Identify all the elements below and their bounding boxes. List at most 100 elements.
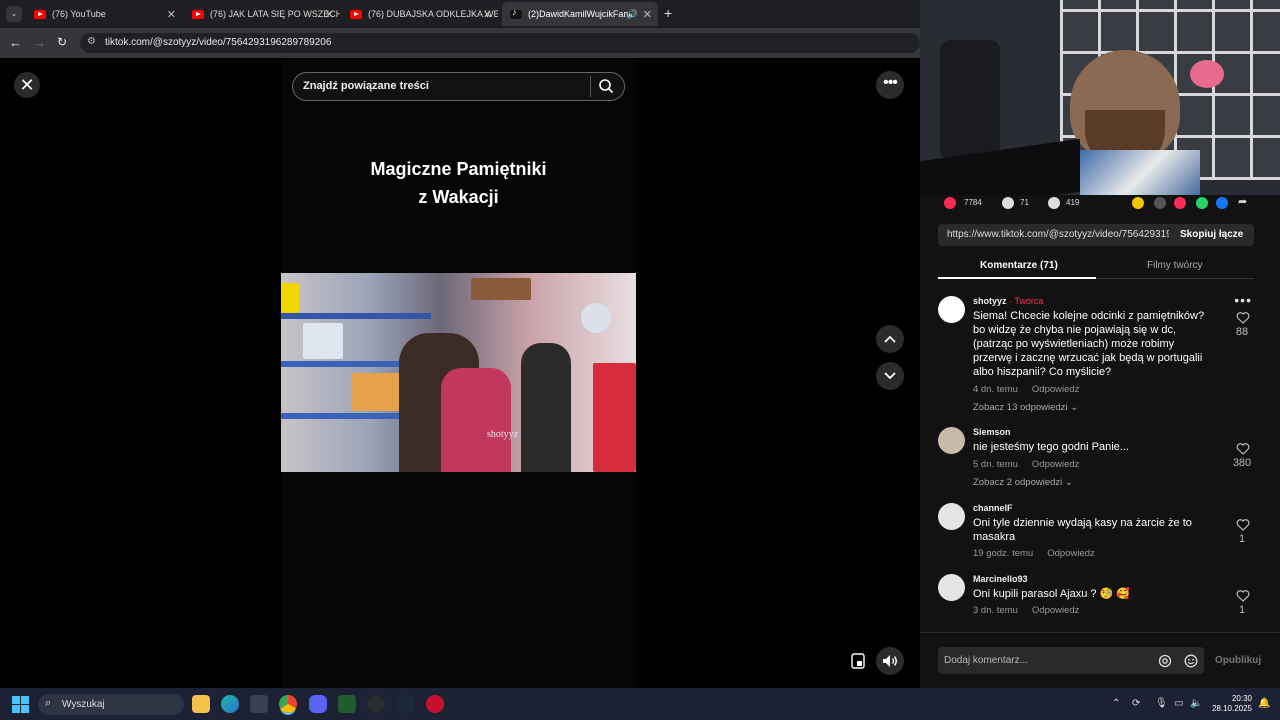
tab-search-button[interactable]: ⌄ [6, 6, 22, 22]
discord-icon[interactable] [309, 695, 327, 713]
obs-icon[interactable] [367, 695, 385, 713]
view-replies-button[interactable]: Zobacz 2 odpowiedzi ⌄ [973, 477, 1073, 488]
reload-icon[interactable]: ↻ [57, 35, 67, 49]
tab-creator-videos[interactable]: Filmy twórcy [1147, 260, 1203, 271]
more-icon: ••• [883, 74, 898, 91]
close-tab-icon[interactable]: ✕ [325, 8, 334, 21]
comment-username-text: shotyyz [973, 296, 1007, 306]
heart-icon[interactable] [1236, 311, 1250, 325]
browser-tab-strip: ⌄ (76) YouTube ✕ (76) JAK LATA SIĘ PO WS… [0, 0, 920, 28]
windows-start-icon[interactable] [12, 696, 29, 713]
close-tab-icon[interactable]: ✕ [167, 8, 176, 21]
comment-username[interactable]: channelF [973, 503, 1013, 513]
youtube-icon [34, 9, 46, 19]
new-tab-button[interactable]: + [664, 5, 672, 21]
tab-comments[interactable]: Komentarze (71) [980, 260, 1058, 271]
avatar[interactable] [938, 574, 965, 601]
copy-link-button[interactable]: Skopiuj łącze [1180, 229, 1243, 240]
reply-button[interactable]: Odpowiedz [1047, 548, 1095, 559]
xbox-icon[interactable] [338, 695, 356, 713]
tiktok-icon [510, 7, 522, 19]
tray-overflow-icon[interactable]: ⌃ [1112, 698, 1120, 709]
site-info-icon[interactable]: ⚙ [87, 36, 96, 47]
reply-button[interactable]: Odpowiedz [1032, 384, 1080, 395]
microphone-icon[interactable]: 🎙 [1155, 698, 1168, 709]
forward-icon[interactable]: → [33, 35, 46, 50]
close-tab-icon[interactable]: ✕ [643, 8, 652, 21]
avatar[interactable] [938, 427, 965, 454]
bookmark-icon[interactable] [1048, 197, 1060, 209]
edge-icon[interactable] [221, 695, 239, 713]
back-icon[interactable]: ← [9, 35, 22, 50]
avatar[interactable] [938, 296, 965, 323]
speaker-icon[interactable]: 🔊 [627, 9, 638, 20]
heart-icon[interactable] [1236, 442, 1250, 456]
emoji-share-icon[interactable] [1132, 197, 1144, 209]
pip-icon [851, 653, 865, 669]
comment-icon[interactable] [1002, 197, 1014, 209]
comment-username[interactable]: Marcinello93 [973, 574, 1028, 584]
tab-tiktok[interactable]: (2)DawidKamilWujcikFamel 🔊 ✕ [502, 2, 658, 26]
url-text[interactable]: tiktok.com/@szotyyz/video/75642931962897… [105, 37, 331, 48]
chrome-icon[interactable] [279, 695, 297, 713]
store-icon[interactable] [250, 695, 268, 713]
taskbar-search-placeholder: Wyszukaj [62, 699, 105, 710]
heart-icon[interactable] [1236, 589, 1250, 603]
video-frame-store-aisle [281, 273, 636, 472]
taskbar-search-box[interactable]: ⌕ [38, 694, 184, 715]
search-icon[interactable] [598, 78, 614, 94]
chevron-down-icon: ⌄ [1070, 402, 1079, 413]
tab-video-1[interactable]: (76) JAK LATA SIĘ PO WSZECH ✕ [184, 2, 340, 26]
tab-video-2[interactable]: (76) DUBAJSKA ODKLEJKA WE ✕ [342, 2, 498, 26]
speaker-icon [883, 655, 897, 667]
gaming-chair [940, 40, 1000, 160]
comment-item: channelF Oni tyle dziennie wydają kasy n… [938, 503, 1254, 563]
mention-icon[interactable] [1158, 654, 1172, 668]
close-video-button[interactable]: ✕ [14, 72, 40, 98]
tab-title: (76) DUBAJSKA ODKLEJKA WE [368, 9, 498, 19]
shelf [281, 413, 401, 419]
whatsapp-icon[interactable] [1196, 197, 1208, 209]
embed-icon[interactable] [1154, 197, 1166, 209]
share-arrow-icon[interactable]: ➦ [1238, 195, 1247, 208]
product [281, 283, 299, 313]
close-tab-icon[interactable]: ✕ [483, 8, 492, 21]
heart-icon[interactable] [1236, 518, 1250, 532]
reply-button[interactable]: Odpowiedz [1032, 605, 1080, 616]
like-icon[interactable] [944, 197, 956, 209]
game-launcher-icon[interactable] [426, 695, 444, 713]
product [471, 278, 531, 300]
like-count: 1 [1238, 604, 1246, 616]
more-options-button[interactable]: ••• [876, 71, 904, 99]
taskbar-clock[interactable]: 20:30 28.10.2025 [1208, 694, 1252, 714]
sync-icon[interactable]: ⟳ [1132, 698, 1140, 709]
notification-icon[interactable]: 🔔 [1258, 698, 1270, 709]
volume-button[interactable] [876, 647, 904, 675]
previous-video-button[interactable] [876, 325, 904, 353]
clock-time: 20:30 [1231, 694, 1252, 703]
friends-share-icon[interactable] [1174, 197, 1186, 209]
comment-more-icon[interactable]: ••• [1234, 292, 1252, 308]
product [593, 363, 636, 472]
post-comment-button[interactable]: Opublikuj [1215, 655, 1261, 666]
clock-date: 28.10.2025 [1211, 704, 1252, 713]
tab-youtube[interactable]: (76) YouTube ✕ [26, 2, 182, 26]
comment-username[interactable]: Siemson [973, 427, 1011, 437]
next-video-button[interactable] [876, 362, 904, 390]
facebook-icon[interactable] [1216, 197, 1228, 209]
person-figure [521, 343, 571, 472]
emoji-icon[interactable] [1184, 654, 1198, 668]
network-icon[interactable]: ▭ [1174, 698, 1183, 709]
steam-icon[interactable] [396, 695, 414, 713]
volume-icon[interactable]: 🔈 [1190, 698, 1202, 709]
picture-in-picture-button[interactable] [848, 650, 868, 672]
comment-count: 71 [1020, 198, 1029, 207]
video-actions-row: 7784 71 419 ➦ [920, 195, 1280, 211]
avatar[interactable] [938, 503, 965, 530]
file-explorer-icon[interactable] [192, 695, 210, 713]
search-icon: ⌕ [45, 697, 52, 709]
view-replies-label: Zobacz 2 odpowiedzi [973, 477, 1063, 488]
comment-username[interactable]: shotyyz · Twórca [973, 296, 1043, 306]
reply-button[interactable]: Odpowiedz [1032, 459, 1080, 470]
view-replies-button[interactable]: Zobacz 13 odpowiedzi ⌄ [973, 402, 1078, 413]
